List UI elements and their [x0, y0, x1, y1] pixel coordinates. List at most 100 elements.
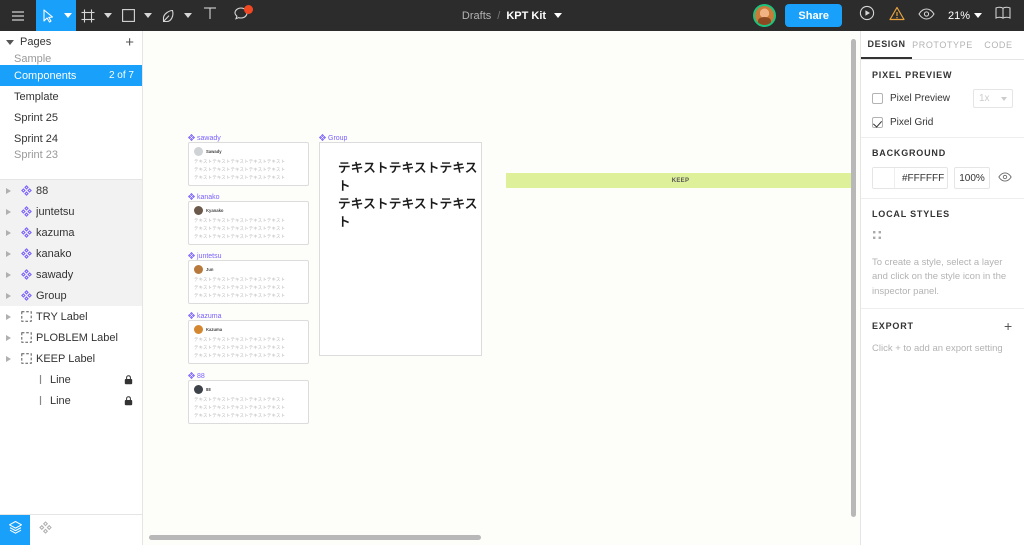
card-header: Kazuma: [194, 325, 303, 334]
keep-label-band[interactable]: KEEP: [506, 173, 855, 188]
tab-prototype[interactable]: PROTOTYPE: [912, 31, 973, 59]
layer-row[interactable]: TRY Label: [0, 306, 142, 327]
chevron-right-icon[interactable]: [0, 250, 16, 257]
canvas-horizontal-scrollbar[interactable]: [149, 535, 481, 540]
background-color-field[interactable]: #FFFFFF: [872, 167, 948, 189]
line-icon: [30, 395, 50, 406]
layer-row[interactable]: Line: [0, 369, 142, 390]
component-assets-icon: [38, 521, 52, 539]
assets-tab-button[interactable]: [30, 515, 60, 545]
visibility-toggle-button[interactable]: [912, 0, 942, 31]
shape-tool-dropdown-icon[interactable]: [140, 0, 156, 31]
layer-row[interactable]: PLOBLEM Label: [0, 327, 142, 348]
canvas-card[interactable]: Kyanako テキストテキストテキストテキストテキスト テキストテキストテキス…: [188, 201, 309, 245]
card-author-name: Sawady: [206, 149, 222, 154]
pen-tool[interactable]: [156, 0, 196, 31]
four-dot-style-icon[interactable]: [872, 228, 883, 245]
layers-list[interactable]: 88 juntetsu kazuma kanako sawady Group T…: [0, 180, 142, 514]
color-swatch[interactable]: [873, 168, 895, 188]
share-button[interactable]: Share: [785, 4, 842, 27]
text-tool[interactable]: [196, 0, 224, 31]
add-export-button[interactable]: +: [1004, 319, 1013, 333]
layer-row[interactable]: kazuma: [0, 222, 142, 243]
card-author-name: Kyanako: [206, 208, 224, 213]
pixel-preview-row[interactable]: Pixel Preview 1x: [872, 89, 1013, 108]
present-button[interactable]: [852, 0, 882, 31]
chevron-right-icon[interactable]: [0, 271, 16, 278]
canvas-group-frame[interactable]: テキストテキストテキスト テキストテキストテキスト: [319, 142, 482, 356]
frame-dashed-icon: [16, 311, 36, 322]
pixel-scale-select[interactable]: 1x: [973, 89, 1013, 108]
avatar: [194, 265, 203, 274]
lock-icon[interactable]: [122, 395, 134, 406]
warning-button[interactable]: [882, 0, 912, 31]
chevron-right-icon[interactable]: [0, 292, 16, 299]
chevron-right-icon[interactable]: [0, 355, 16, 362]
lock-icon[interactable]: [122, 374, 134, 385]
layer-row[interactable]: kanako: [0, 243, 142, 264]
tab-design[interactable]: DESIGN: [861, 31, 913, 59]
layer-row[interactable]: juntetsu: [0, 201, 142, 222]
background-visibility-button[interactable]: [996, 169, 1013, 187]
avatar[interactable]: [753, 4, 777, 27]
chevron-right-icon[interactable]: [0, 313, 16, 320]
library-button[interactable]: [988, 0, 1018, 31]
layers-tab-button[interactable]: [0, 515, 30, 545]
page-item-sprint-24[interactable]: Sprint 24: [0, 128, 142, 149]
canvas-card[interactable]: Jun テキストテキストテキストテキストテキスト テキストテキストテキストテキス…: [188, 260, 309, 304]
export-section: EXPORT + Click + to add an export settin…: [861, 309, 1024, 365]
chevron-right-icon[interactable]: [0, 229, 16, 236]
background-hex-value[interactable]: #FFFFFF: [895, 173, 944, 184]
zoom-level-value: 21%: [947, 9, 970, 22]
pixel-grid-checkbox[interactable]: [872, 117, 883, 128]
page-item-sprint-25[interactable]: Sprint 25: [0, 107, 142, 128]
canvas-vertical-scrollbar[interactable]: [851, 39, 856, 517]
chevron-right-icon[interactable]: [0, 208, 16, 215]
move-tool-dropdown-icon[interactable]: [60, 0, 76, 31]
chevron-right-icon[interactable]: [0, 187, 16, 194]
add-page-button[interactable]: +: [125, 35, 134, 50]
page-item-template[interactable]: Template: [0, 86, 142, 107]
canvas-card[interactable]: 88 テキストテキストテキストテキストテキスト テキストテキストテキストテキスト…: [188, 380, 309, 424]
pen-tool-dropdown-icon[interactable]: [180, 0, 196, 31]
breadcrumb-separator: /: [497, 9, 501, 22]
breadcrumb[interactable]: Drafts / KPT Kit: [462, 9, 563, 22]
breadcrumb-file-name[interactable]: KPT Kit: [506, 10, 546, 22]
comment-tool[interactable]: [224, 0, 259, 31]
move-cursor-tool[interactable]: [36, 0, 76, 31]
pixel-grid-row[interactable]: Pixel Grid: [872, 117, 1013, 128]
breadcrumb-project[interactable]: Drafts: [462, 10, 491, 22]
zoom-control[interactable]: 21%: [942, 10, 988, 22]
page-item-sprint-23[interactable]: Sprint 23: [0, 149, 142, 161]
page-item-sample[interactable]: Sample: [0, 53, 142, 65]
export-heading: EXPORT: [872, 320, 914, 331]
frame-tool-dropdown-icon[interactable]: [100, 0, 116, 31]
local-styles-icon-row[interactable]: [872, 228, 1013, 246]
frame-tool[interactable]: [76, 0, 116, 31]
canvas-card[interactable]: Sawady テキストテキストテキストテキストテキスト テキストテキストテキスト…: [188, 142, 309, 186]
tab-code[interactable]: CODE: [973, 31, 1024, 59]
chevron-down-icon[interactable]: [6, 39, 14, 45]
shape-tool[interactable]: [116, 0, 156, 31]
page-item-components[interactable]: Components 2 of 7: [0, 65, 142, 86]
pages-header[interactable]: Pages +: [0, 31, 142, 53]
layer-row[interactable]: sawady: [0, 264, 142, 285]
chevron-right-icon[interactable]: [0, 334, 16, 341]
canvas-label-text: 88: [197, 373, 205, 380]
card-body-text: テキストテキストテキストテキストテキスト テキストテキストテキストテキストテキス…: [194, 337, 303, 359]
pages-list[interactable]: Sample Components 2 of 7 Template Sprint…: [0, 53, 142, 179]
canvas-viewport[interactable]: sawady Sawady テキストテキストテキストテキストテキスト テキストテ…: [143, 31, 860, 545]
layer-row[interactable]: KEEP Label: [0, 348, 142, 369]
layer-row[interactable]: Line: [0, 390, 142, 411]
chevron-down-icon[interactable]: [974, 13, 982, 18]
canvas-card[interactable]: Kazuma テキストテキストテキストテキストテキスト テキストテキストテキスト…: [188, 320, 309, 364]
layer-label: TRY Label: [36, 310, 88, 323]
background-opacity-input[interactable]: 100%: [954, 167, 990, 189]
chevron-down-icon[interactable]: [554, 13, 563, 18]
layer-row[interactable]: 88: [0, 180, 142, 201]
hamburger-menu-icon[interactable]: [0, 0, 36, 31]
right-panel: DESIGN PROTOTYPE CODE PIXEL PREVIEW Pixe…: [860, 31, 1024, 545]
layer-row[interactable]: Group: [0, 285, 142, 306]
card-text-line: テキストテキストテキストテキストテキスト: [194, 167, 286, 173]
pixel-preview-checkbox[interactable]: [872, 93, 883, 104]
